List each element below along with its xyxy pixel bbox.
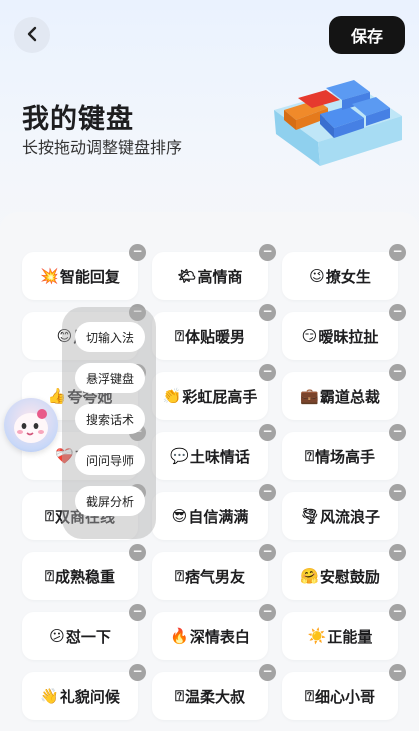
keyboard-emoji-icon: ⍰ — [44, 567, 54, 585]
keyboard-label: 风流浪子 — [320, 507, 381, 526]
menu-floating-keyboard[interactable]: 悬浮键盘 — [75, 363, 145, 393]
keyboard-tray-illustration — [268, 70, 408, 180]
keyboard-label: 体贴暖男 — [185, 327, 246, 346]
keyboard-chip[interactable]: 😕 怼一下 − — [22, 604, 146, 660]
keyboard-label: 情场高手 — [315, 447, 376, 466]
back-button[interactable] — [14, 17, 50, 53]
menu-screenshot-analysis[interactable]: 截屏分析 — [75, 486, 145, 516]
keyboard-chip[interactable]: ⍰ 情场高手 − — [282, 424, 406, 480]
keyboard-label: 自信满满 — [188, 507, 249, 526]
keyboard-emoji-icon: 😕 — [49, 627, 65, 645]
keyboard-emoji-icon: 👋 — [40, 687, 59, 705]
keyboard-label: 痞气男友 — [185, 567, 246, 586]
keyboard-label: 智能回复 — [59, 267, 120, 286]
keyboard-chip[interactable]: 🌪 风流浪子 − — [282, 484, 406, 540]
page-title: 我的键盘 — [22, 104, 134, 135]
keyboard-emoji-icon: ⍰ — [304, 447, 314, 465]
keyboard-emoji-icon: 👏 — [162, 387, 182, 405]
remove-keyboard-button[interactable]: − — [389, 364, 406, 381]
remove-keyboard-button[interactable]: − — [259, 424, 276, 441]
remove-keyboard-button[interactable]: − — [259, 484, 276, 501]
keyboard-chip[interactable]: 😏 暧昧拉扯 − — [282, 304, 406, 360]
keyboard-chip[interactable]: 👋 礼貌问候 − — [22, 664, 146, 720]
keyboard-label: 温柔大叔 — [185, 687, 246, 706]
keyboard-chip[interactable]: ⍰ 细心小哥 − — [282, 664, 406, 720]
remove-keyboard-button[interactable]: − — [259, 604, 276, 621]
keyboard-chip[interactable]: ⍰ 体贴暖男 − — [152, 304, 276, 360]
keyboard-emoji-icon: 😉 — [309, 267, 325, 285]
remove-keyboard-button[interactable]: − — [259, 364, 276, 381]
keyboard-chip[interactable]: 😉 撩女生 − — [282, 244, 406, 300]
keyboard-emoji-icon: 💥 — [40, 267, 59, 285]
keyboard-chip[interactable]: ☀️ 正能量 − — [282, 604, 406, 660]
keyboard-emoji-icon: 🔥 — [170, 627, 189, 645]
remove-keyboard-button[interactable]: − — [259, 244, 276, 261]
keyboard-emoji-icon: 😎 — [171, 507, 188, 525]
keyboard-chip[interactable]: 🤗 安慰鼓励 − — [282, 544, 406, 600]
keyboard-label: 霸道总裁 — [319, 387, 380, 406]
keyboard-label: 高情商 — [197, 267, 243, 286]
keyboard-label: 成熟稳重 — [55, 567, 116, 586]
remove-keyboard-button[interactable]: − — [389, 604, 406, 621]
keyboard-chip[interactable]: 👏 彩虹屁高手 − — [152, 364, 276, 420]
keyboard-label: 怼一下 — [65, 627, 111, 646]
keyboard-label: 暧昧拉扯 — [318, 327, 379, 346]
keyboard-emoji-icon: 😏 — [301, 327, 318, 345]
remove-keyboard-button[interactable]: − — [129, 664, 146, 681]
remove-keyboard-button[interactable]: − — [129, 544, 146, 561]
keyboard-chip[interactable]: ⍰ 成熟稳重 − — [22, 544, 146, 600]
remove-keyboard-button[interactable]: − — [259, 304, 276, 321]
keyboard-emoji-icon: ⍰ — [174, 567, 184, 585]
remove-keyboard-button[interactable]: − — [389, 304, 406, 321]
remove-keyboard-button[interactable]: − — [389, 424, 406, 441]
menu-search-phrases[interactable]: 搜索话术 — [75, 404, 145, 434]
keyboard-emoji-icon: 🤗 — [300, 567, 319, 585]
keyboard-chip[interactable]: 😎 自信满满 − — [152, 484, 276, 540]
keyboard-emoji-icon: 💬 — [170, 447, 189, 465]
remove-keyboard-button[interactable]: − — [389, 544, 406, 561]
keyboard-chip[interactable]: 💥 智能回复 − — [22, 244, 146, 300]
remove-keyboard-button[interactable]: − — [259, 544, 276, 561]
keyboard-emoji-icon: ⍰ — [174, 327, 184, 345]
assistant-avatar-icon[interactable] — [4, 398, 58, 452]
keyboard-chip[interactable]: ⍰ 痞气男友 − — [152, 544, 276, 600]
keyboard-chip[interactable]: ⍰ 温柔大叔 − — [152, 664, 276, 720]
keyboard-emoji-icon: 💼 — [300, 387, 319, 405]
keyboard-label: 正能量 — [327, 627, 373, 646]
remove-keyboard-button[interactable]: − — [129, 244, 146, 261]
menu-switch-input[interactable]: 切输入法 — [75, 322, 145, 352]
keyboard-label: 深情表白 — [189, 627, 250, 646]
remove-keyboard-button[interactable]: − — [389, 244, 406, 261]
save-button[interactable]: 保存 — [329, 16, 405, 54]
keyboard-label: 彩虹屁高手 — [182, 387, 258, 406]
keyboard-chip[interactable]: 💬 土味情话 − — [152, 424, 276, 480]
keyboard-label: 安慰鼓励 — [319, 567, 380, 586]
keyboard-label: 细心小哥 — [315, 687, 376, 706]
keyboard-label: 土味情话 — [189, 447, 250, 466]
keyboard-emoji-icon: 🌪 — [299, 507, 320, 525]
keyboard-label: 礼貌问候 — [59, 687, 120, 706]
keyboard-emoji-icon: ⍰ — [304, 687, 314, 705]
keyboard-emoji-icon: 🌤 — [177, 267, 197, 285]
chevron-left-icon — [25, 23, 39, 47]
keyboard-emoji-icon: ☀️ — [307, 627, 327, 645]
keyboard-chip[interactable]: 🔥 深情表白 − — [152, 604, 276, 660]
menu-ask-mentor[interactable]: 问问导师 — [75, 445, 145, 475]
remove-keyboard-button[interactable]: − — [129, 604, 146, 621]
keyboard-chip[interactable]: 💼 霸道总裁 − — [282, 364, 406, 420]
remove-keyboard-button[interactable]: − — [389, 484, 406, 501]
remove-keyboard-button[interactable]: − — [389, 664, 406, 681]
keyboard-emoji-icon: ⍰ — [44, 507, 54, 525]
page-subtitle: 长按拖动调整键盘排序 — [22, 138, 183, 157]
keyboard-chip[interactable]: 🌤 高情商 − — [152, 244, 276, 300]
keyboard-label: 撩女生 — [325, 267, 371, 286]
keyboard-emoji-icon: ⍰ — [174, 687, 184, 705]
remove-keyboard-button[interactable]: − — [259, 664, 276, 681]
